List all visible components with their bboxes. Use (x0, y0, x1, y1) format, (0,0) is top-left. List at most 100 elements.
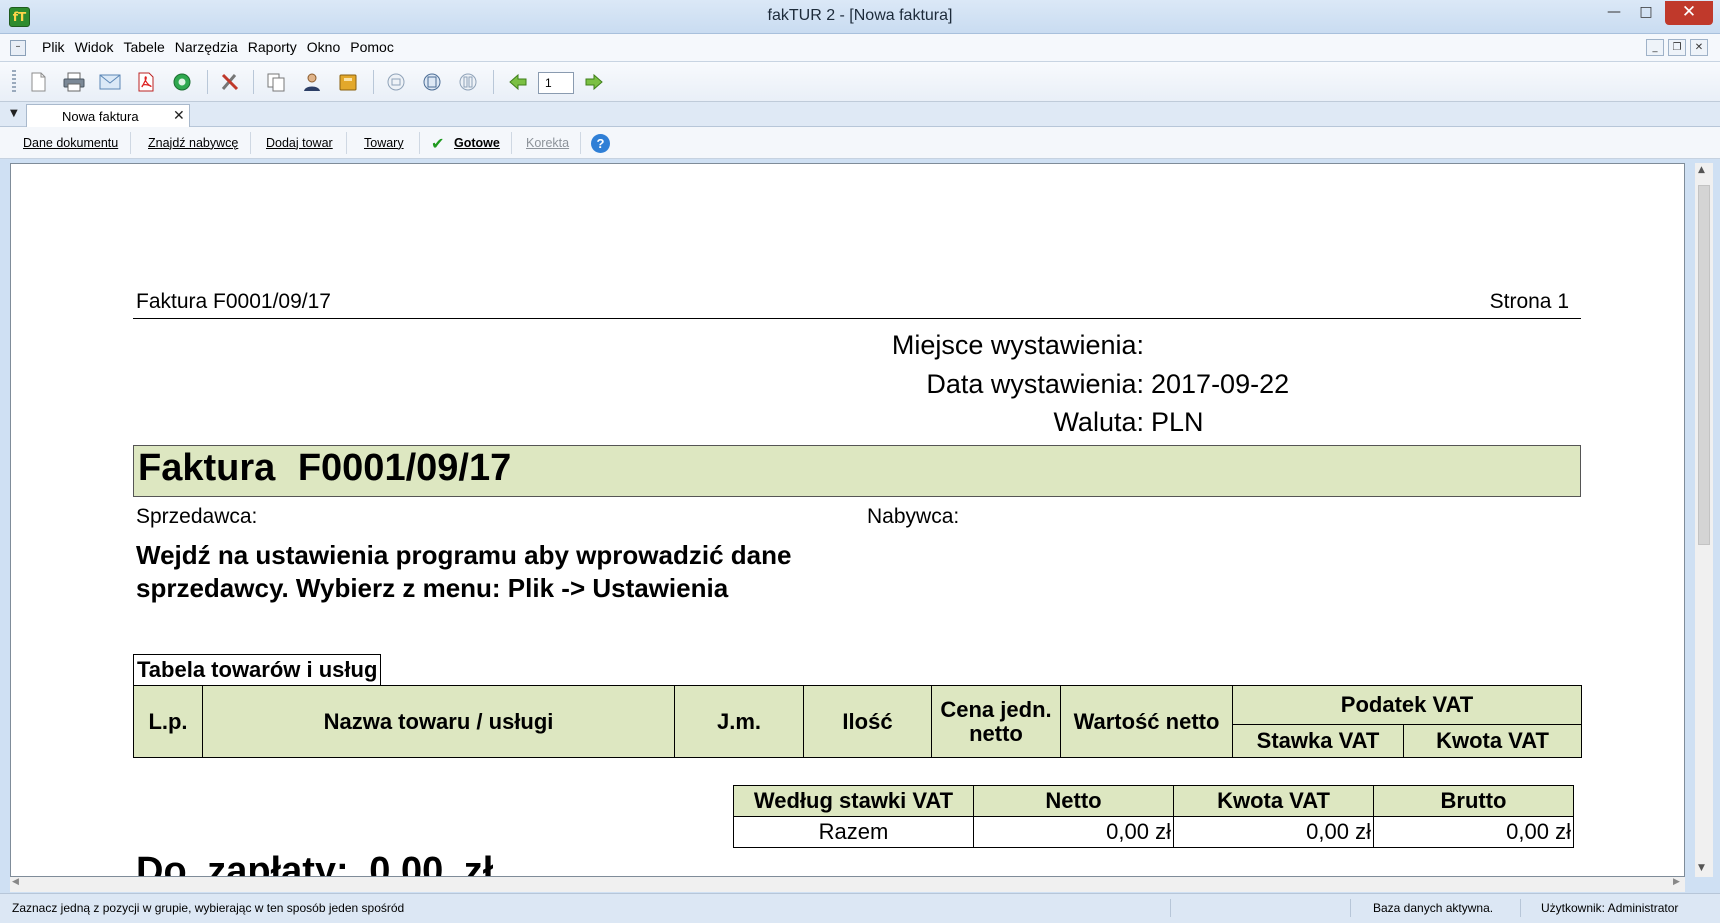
menu-widok[interactable]: Widok (70, 39, 119, 55)
znajdz-nabywce-button[interactable]: Znajdź nabywcę (148, 136, 238, 150)
toolbar-separator (207, 70, 208, 94)
col-net-value: Wartość netto (1060, 685, 1233, 758)
korekta-button[interactable]: Korekta (526, 136, 569, 150)
status-bar: Zaznacz jedną z pozycji w grupie, wybier… (0, 893, 1720, 923)
col-gross: Brutto (1373, 785, 1574, 817)
copy-icon[interactable] (262, 69, 290, 95)
checkmark-icon: ✔ (431, 134, 445, 153)
tab-close-icon[interactable]: ✕ (173, 108, 185, 124)
menu-okno[interactable]: Okno (302, 39, 345, 55)
help-icon[interactable]: ? (591, 134, 610, 153)
toolbar-separator (373, 70, 374, 94)
menu-raporty[interactable]: Raporty (243, 39, 302, 55)
vertical-scrollbar[interactable]: ▲ ▼ (1695, 163, 1713, 877)
status-separator (1520, 899, 1521, 917)
mdi-close-button[interactable]: ✕ (1690, 39, 1708, 56)
tab-nowa-faktura[interactable]: Nowa faktura ✕ (26, 104, 190, 127)
amount-due: Do zapłaty: 0,00 zł (136, 850, 494, 877)
status-separator (1350, 899, 1351, 917)
status-user: Użytkownik: Administrator (1541, 901, 1679, 915)
action-separator (511, 132, 512, 154)
status-separator (1170, 899, 1171, 917)
page-number-input[interactable] (538, 72, 574, 94)
new-document-icon[interactable] (24, 69, 52, 95)
menu-tabele[interactable]: Tabele (118, 39, 169, 55)
zoom-page-icon[interactable] (382, 69, 410, 95)
seller-setup-note: Wejdź na ustawienia programu aby wprowad… (136, 540, 792, 603)
close-window-button[interactable]: ✕ (1665, 1, 1713, 25)
action-separator (419, 132, 420, 154)
document-tab-bar: ▼ Nowa faktura ✕ (0, 102, 1720, 127)
pdf-icon[interactable] (132, 69, 160, 95)
maximize-window-button[interactable]: □ (1630, 1, 1662, 25)
currency-label: Waluta: (1053, 407, 1144, 437)
scroll-left-icon[interactable]: ◀ (12, 877, 19, 887)
title-bar: fT fakTUR 2 - [Nowa faktura] — □ ✕ (0, 0, 1720, 34)
action-separator (346, 132, 347, 154)
menu-bar: – Plik Widok Tabele Narzędzia Raporty Ok… (0, 34, 1720, 62)
dodaj-towar-button[interactable]: Dodaj towar (266, 136, 333, 150)
window-title: fakTUR 2 - [Nowa faktura] (767, 7, 953, 24)
email-icon[interactable] (96, 69, 124, 95)
scroll-down-icon[interactable]: ▼ (1698, 863, 1705, 873)
seller-label: Sprzedawca: (136, 505, 258, 528)
vertical-scroll-thumb[interactable] (1698, 185, 1710, 545)
col-vat-amount: Kwota VAT (1403, 724, 1582, 758)
page-header-invoice-number: Faktura F0001/09/17 (136, 290, 331, 313)
invoice-title-banner: Faktura F0001/09/17 (133, 445, 1581, 497)
menu-narzedzia[interactable]: Narzędzia (170, 39, 243, 55)
dane-dokumentu-button[interactable]: Dane dokumentu (23, 136, 118, 150)
vat-summary-table: Według stawki VAT Netto Kwota VAT Brutto… (733, 785, 1574, 848)
date-value: 2017-09-22 (1151, 369, 1290, 399)
col-unit: J.m. (674, 685, 804, 758)
minimize-window-button[interactable]: — (1598, 1, 1630, 25)
col-vat-group: Podatek VAT (1232, 685, 1582, 725)
scroll-right-icon[interactable]: ▶ (1673, 877, 1680, 887)
print-icon[interactable] (60, 69, 88, 95)
mdi-restore-button[interactable]: ❐ (1668, 39, 1686, 56)
buyer-label: Nabywca: (867, 505, 960, 528)
action-separator (250, 132, 251, 154)
toolbar-separator (253, 70, 254, 94)
menu-plik[interactable]: Plik (37, 39, 70, 55)
next-page-icon[interactable] (580, 69, 608, 95)
col-qty: Ilość (803, 685, 932, 758)
col-unit-price: Cena jedn. netto (931, 685, 1061, 758)
action-separator (580, 132, 581, 154)
archive-icon[interactable] (334, 69, 362, 95)
contractor-icon[interactable] (298, 69, 326, 95)
zoom-two-pages-icon[interactable] (454, 69, 482, 95)
previous-page-icon[interactable] (504, 69, 532, 95)
mdi-minimize-button[interactable]: _ (1646, 39, 1664, 56)
horizontal-scrollbar[interactable]: ◀ ▶ (10, 877, 1685, 892)
col-name: Nazwa towaru / usługi (202, 685, 675, 758)
export-icon[interactable] (168, 69, 196, 95)
col-vat-rate: Stawka VAT (1232, 724, 1404, 758)
scroll-up-icon[interactable]: ▲ (1698, 165, 1705, 175)
toolbar (0, 62, 1720, 102)
col-by-vat-rate: Według stawki VAT (733, 785, 974, 817)
menu-pomoc[interactable]: Pomoc (345, 39, 399, 55)
toolbar-separator (493, 70, 494, 94)
tab-list-dropdown-icon[interactable]: ▼ (10, 108, 18, 119)
items-table: L.p. Nazwa towaru / usługi J.m. Ilość Ce… (133, 685, 1582, 758)
settings-tools-icon[interactable] (216, 69, 244, 95)
invoice-title: Faktura F0001/09/17 (138, 447, 512, 489)
action-separator (130, 132, 131, 154)
status-database: Baza danych aktywna. (1373, 901, 1494, 915)
place-label: Miejsce wystawienia: (891, 330, 1144, 360)
gotowe-button[interactable]: Gotowe (454, 136, 500, 150)
system-menu-icon[interactable]: – (10, 40, 26, 56)
tab-label: Nowa faktura (62, 109, 139, 124)
summary-net: 0,00 zł (973, 816, 1174, 848)
towary-button[interactable]: Towary (364, 136, 404, 150)
items-table-caption: Tabela towarów i usług (133, 654, 382, 686)
zoom-width-icon[interactable] (418, 69, 446, 95)
summary-row: Razem 0,00 zł 0,00 zł 0,00 zł (733, 816, 1574, 848)
status-hint: Zaznacz jedną z pozycji w grupie, wybier… (12, 901, 405, 915)
col-lp: L.p. (133, 685, 203, 758)
invoice-preview[interactable]: Faktura F0001/09/17 Strona 1 Miejsce wys… (10, 163, 1685, 877)
summary-vat: 0,00 zł (1173, 816, 1374, 848)
col-vat-amount-sum: Kwota VAT (1173, 785, 1374, 817)
toolbar-grip[interactable] (12, 70, 16, 94)
